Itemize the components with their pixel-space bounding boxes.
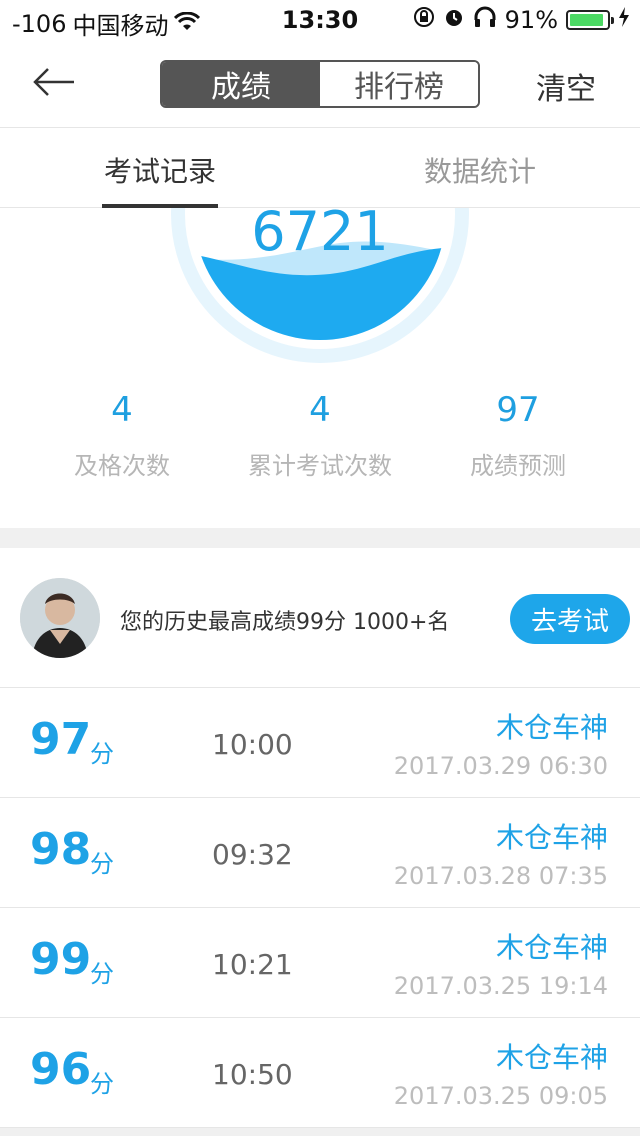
record-duration: 10:21 — [212, 948, 293, 981]
record-date: 2017.03.28 07:35 — [393, 862, 608, 890]
record-score-unit: 分 — [90, 960, 114, 988]
nav-bar: 成绩 排行榜 清空 — [0, 40, 640, 128]
segment-ranking[interactable]: 排行榜 — [320, 62, 478, 106]
battery-percent: 91% — [504, 6, 558, 34]
rotation-lock-icon — [413, 6, 435, 34]
status-bar: -106 中国移动 13:30 91% — [0, 0, 640, 40]
record-duration: 10:50 — [212, 1058, 293, 1091]
record-score: 99 — [30, 934, 92, 985]
record-score-unit: 分 — [90, 1070, 114, 1098]
record-score-unit: 分 — [90, 740, 114, 768]
record-duration: 10:00 — [212, 728, 293, 761]
stat-label: 及格次数 — [74, 452, 170, 480]
list-item[interactable]: 97 分 10:00 木仓车神 2017.03.29 06:30 — [0, 688, 640, 798]
stat-label: 累计考试次数 — [248, 452, 392, 480]
record-date: 2017.03.25 19:14 — [393, 972, 608, 1000]
stats-row: 4 及格次数 4 累计考试次数 97 成绩预测 — [0, 390, 640, 490]
record-score: 98 — [30, 824, 92, 875]
charging-icon — [618, 6, 630, 34]
stat-value: 4 — [111, 390, 133, 430]
record-date: 2017.03.29 06:30 — [393, 752, 608, 780]
record-user-name: 木仓车神 — [495, 821, 608, 854]
stat-score-prediction: 97 成绩预测 — [418, 390, 618, 481]
stat-value: 4 — [309, 390, 331, 430]
clear-button[interactable]: 清空 — [536, 64, 596, 108]
segment-scores[interactable]: 成绩 — [162, 62, 320, 106]
record-score: 96 — [30, 1044, 92, 1095]
record-score: 97 — [30, 714, 92, 765]
record-user-name: 木仓车神 — [495, 711, 608, 744]
section-divider — [0, 528, 640, 548]
stat-total-exams: 4 累计考试次数 — [220, 390, 420, 481]
record-date: 2017.03.25 09:05 — [393, 1082, 608, 1110]
record-duration: 09:32 — [212, 838, 293, 871]
stat-pass-count: 4 及格次数 — [22, 390, 222, 481]
list-item[interactable]: 98 分 09:32 木仓车神 2017.03.28 07:35 — [0, 798, 640, 908]
go-exam-button[interactable]: 去考试 — [510, 594, 630, 644]
avatar[interactable] — [20, 578, 100, 658]
tab-exam-records[interactable]: 考试记录 — [104, 150, 216, 190]
tab-data-stats[interactable]: 数据统计 — [424, 150, 536, 190]
tab-bar: 考试记录 数据统计 — [0, 128, 640, 208]
back-button[interactable] — [30, 58, 78, 106]
arrow-left-icon — [33, 68, 74, 96]
record-user-name: 木仓车神 — [495, 1041, 608, 1074]
battery-icon — [566, 10, 614, 30]
record-user-name: 木仓车神 — [495, 931, 608, 964]
best-score-text: 您的历史最高成绩99分 1000+名 — [120, 610, 450, 635]
gauge-number: 6721 — [251, 208, 389, 263]
tab-active-indicator — [102, 204, 218, 208]
list-item[interactable]: 99 分 10:21 木仓车神 2017.03.25 19:14 — [0, 908, 640, 1018]
headphones-icon — [473, 6, 497, 34]
stat-value: 97 — [496, 390, 540, 430]
segmented-control: 成绩 排行榜 — [160, 60, 480, 108]
user-best-row: 您的历史最高成绩99分 1000+名 去考试 — [0, 548, 640, 688]
status-right: 91% — [413, 6, 630, 34]
alarm-icon — [443, 6, 465, 34]
bottom-divider — [0, 1128, 640, 1136]
list-item[interactable]: 96 分 10:50 木仓车神 2017.03.25 09:05 — [0, 1018, 640, 1128]
exam-records-list: 97 分 10:00 木仓车神 2017.03.29 06:30 98 分 09… — [0, 688, 640, 1128]
stat-label: 成绩预测 — [470, 452, 566, 480]
record-score-unit: 分 — [90, 850, 114, 878]
